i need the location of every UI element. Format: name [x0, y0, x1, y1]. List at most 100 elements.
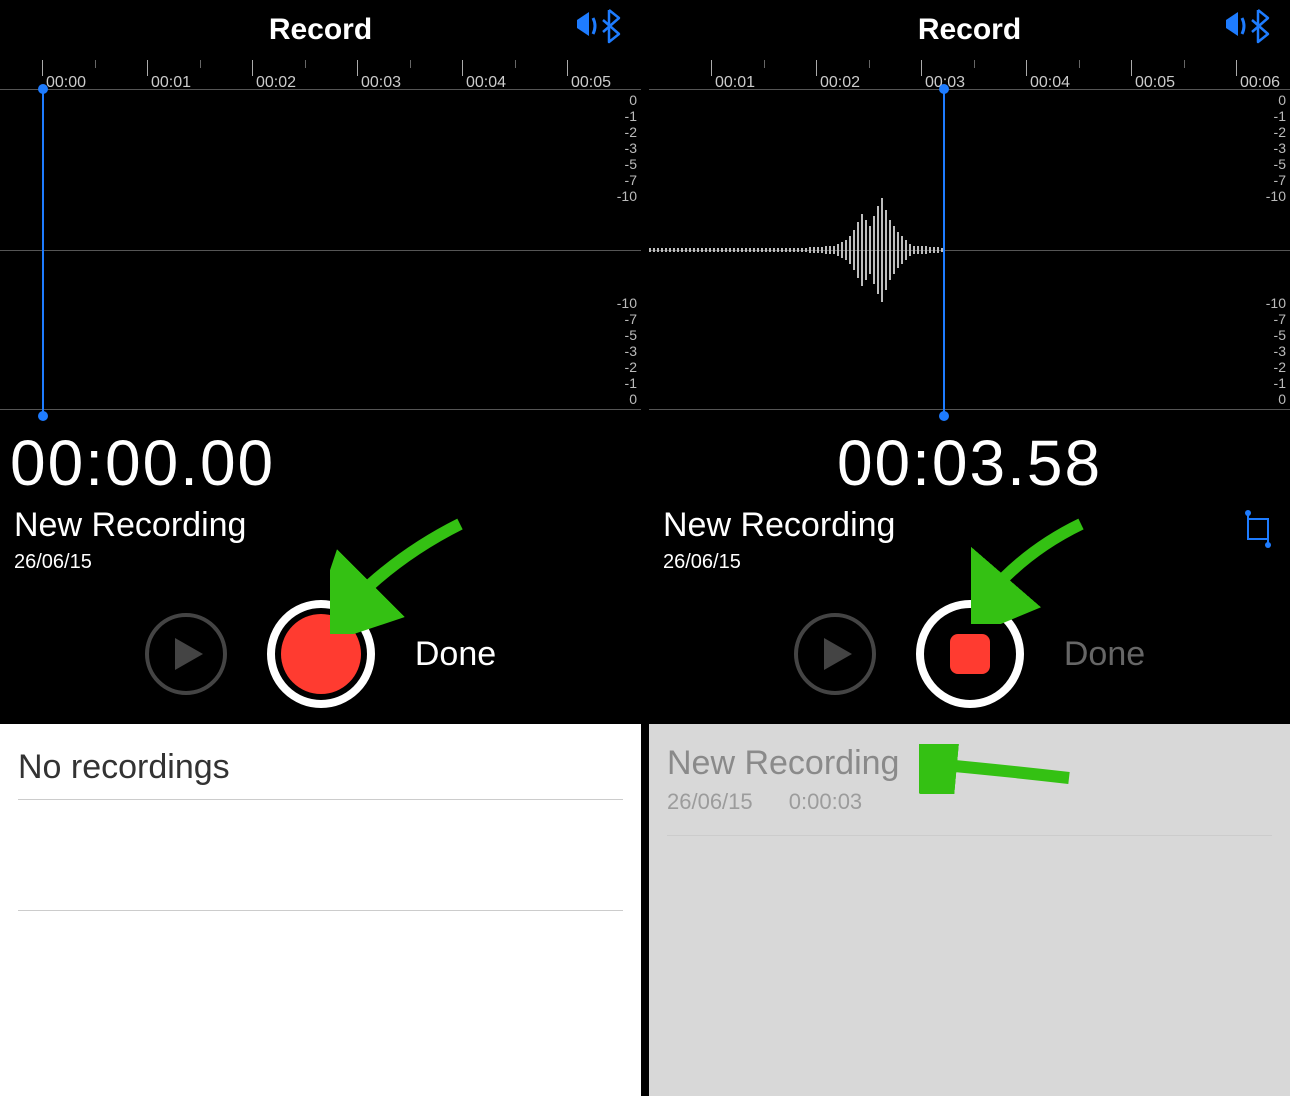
waveform-bar: [677, 248, 679, 252]
controls: Done: [649, 584, 1290, 724]
tick-label: 00:05: [571, 74, 611, 90]
waveform: [649, 90, 945, 409]
waveform-area[interactable]: 0-1-2-3-5-7-10 0-1-2-3-5-7-10: [0, 90, 641, 410]
recordings-list[interactable]: New Recording 26/06/15 0:00:03: [649, 724, 1290, 1096]
waveform-bar: [921, 246, 923, 254]
timer-display: 00:00.00: [10, 426, 641, 500]
midline: [0, 250, 641, 251]
controls: Done: [0, 584, 641, 724]
tick-label: 00:05: [1135, 74, 1175, 90]
tick-label: 00:01: [715, 74, 755, 90]
timer-display: 00:03.58: [649, 426, 1290, 500]
waveform-bar: [929, 247, 931, 253]
recording-title[interactable]: New Recording: [663, 506, 1290, 545]
recordings-list[interactable]: No recordings: [0, 724, 641, 1096]
waveform-bar: [749, 248, 751, 252]
waveform-bar: [885, 210, 887, 290]
waveform-bar: [817, 247, 819, 253]
timeline-ruler[interactable]: 00:00 00:01 00:02 00:03 00:04 00:05: [0, 60, 641, 90]
trim-icon[interactable]: [1238, 509, 1278, 554]
waveform-bar: [893, 226, 895, 274]
waveform-bar: [813, 247, 815, 253]
waveform-bar: [709, 248, 711, 252]
waveform-bar: [837, 244, 839, 256]
waveform-bar: [869, 226, 871, 274]
recording-title[interactable]: New Recording: [14, 506, 641, 545]
db-scale-top: 0-1-2-3-5-7-10: [617, 92, 637, 204]
waveform-bar: [777, 248, 779, 252]
waveform-bar: [761, 248, 763, 252]
recordings-empty-label: No recordings: [0, 724, 641, 799]
divider: [667, 835, 1272, 836]
waveform-bar: [845, 240, 847, 260]
waveform-bar: [881, 198, 883, 302]
waveform-bar: [653, 248, 655, 252]
waveform-bar: [757, 248, 759, 252]
recording-date: 26/06/15: [14, 551, 641, 574]
waveform-bar: [853, 230, 855, 270]
tick-label: 00:02: [820, 74, 860, 90]
waveform-bar: [785, 248, 787, 252]
page-title: Record: [269, 13, 372, 47]
waveform-bar: [821, 247, 823, 253]
waveform-area[interactable]: 0-1-2-3-5-7-10 0-1-2-3-5-7-10: [649, 90, 1290, 410]
playhead[interactable]: [943, 90, 945, 417]
waveform-bar: [721, 248, 723, 252]
list-item-subtitle: 26/06/15 0:00:03: [667, 789, 1272, 815]
header: Record: [0, 0, 641, 60]
divider: [18, 910, 623, 911]
db-scale-bottom: 0-1-2-3-5-7-10: [1266, 295, 1286, 407]
waveform-bar: [669, 248, 671, 252]
timeline-ruler[interactable]: 00:01 00:02 00:03 00:04 00:05 00:06: [649, 60, 1290, 90]
audio-output-bluetooth-icon[interactable]: [575, 8, 621, 44]
waveform-bar: [913, 246, 915, 254]
waveform-bar: [909, 244, 911, 256]
waveform-bar: [697, 248, 699, 252]
waveform-bar: [773, 248, 775, 252]
waveform-bar: [901, 236, 903, 264]
waveform-bar: [649, 248, 651, 252]
waveform-bar: [801, 248, 803, 252]
tick-label: 00:02: [256, 74, 296, 90]
waveform-bar: [797, 248, 799, 252]
tick-label: 00:06: [1240, 74, 1280, 90]
waveform-bar: [673, 248, 675, 252]
audio-output-bluetooth-icon[interactable]: [1224, 8, 1270, 44]
play-button[interactable]: [145, 613, 227, 695]
stop-button[interactable]: [916, 600, 1024, 708]
waveform-bar: [793, 248, 795, 252]
waveform-bar: [829, 246, 831, 254]
record-button[interactable]: [267, 600, 375, 708]
list-item[interactable]: New Recording 26/06/15 0:00:03: [649, 724, 1290, 835]
play-button[interactable]: [794, 613, 876, 695]
waveform-bar: [833, 246, 835, 254]
list-item-date: 26/06/15: [667, 789, 753, 814]
waveform-bar: [897, 232, 899, 268]
waveform-bar: [917, 246, 919, 254]
tick-label: 00:00: [46, 74, 86, 90]
waveform-bar: [933, 247, 935, 253]
waveform-bar: [849, 236, 851, 264]
tick-label: 00:04: [1030, 74, 1070, 90]
waveform-bar: [877, 206, 879, 294]
waveform-bar: [857, 222, 859, 278]
waveform-bar: [725, 248, 727, 252]
playhead[interactable]: [42, 90, 44, 417]
db-scale-bottom: 0-1-2-3-5-7-10: [617, 295, 637, 407]
waveform-bar: [805, 248, 807, 252]
waveform-bar: [905, 240, 907, 260]
stop-icon: [950, 634, 990, 674]
waveform-bar: [717, 248, 719, 252]
done-button[interactable]: Done: [415, 635, 496, 674]
waveform-bar: [693, 248, 695, 252]
waveform-bar: [781, 248, 783, 252]
tick-label: 00:04: [466, 74, 506, 90]
list-item-title: New Recording: [667, 744, 1272, 783]
waveform-bar: [681, 248, 683, 252]
waveform-bar: [765, 248, 767, 252]
waveform-bar: [865, 220, 867, 280]
waveform-bar: [685, 248, 687, 252]
waveform-bar: [769, 248, 771, 252]
tick-label: 00:03: [361, 74, 401, 90]
db-scale-top: 0-1-2-3-5-7-10: [1266, 92, 1286, 204]
